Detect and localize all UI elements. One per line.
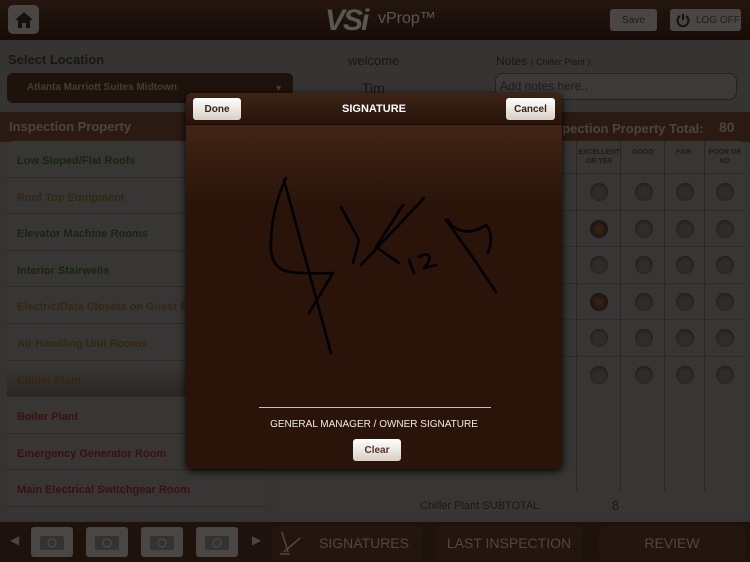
logo: VSi [325, 4, 369, 37]
column-header: EXCELLENT OR YES [578, 149, 620, 165]
signature-stroke [339, 205, 361, 265]
power-icon [676, 14, 690, 27]
total-value: 80 [719, 119, 735, 135]
rating-radio[interactable] [635, 293, 653, 311]
location-value: Atlanta Marriott Suites Midtown [27, 82, 177, 93]
signature-dialog: Done SIGNATURE Cancel GENERAL MANAGER / … [186, 93, 562, 469]
photo-slot[interactable] [141, 527, 183, 557]
signatures-label: SIGNATURES [319, 535, 409, 551]
photos-prev-arrow[interactable]: ◀ [10, 533, 19, 547]
column-divider [664, 141, 665, 491]
inspection-property-title: Inspection Property [9, 119, 132, 134]
rating-radio[interactable] [676, 366, 694, 384]
camera-icon [150, 536, 174, 550]
rating-radio[interactable] [635, 366, 653, 384]
rating-radio[interactable] [676, 329, 694, 347]
rating-radio[interactable] [590, 183, 608, 201]
column-divider [576, 141, 577, 491]
save-button[interactable]: Save [610, 9, 657, 31]
rating-radio[interactable] [716, 183, 734, 201]
signatures-button[interactable]: SIGNATURES [272, 526, 422, 560]
cancel-button[interactable]: Cancel [506, 98, 555, 120]
clear-button[interactable]: Clear [353, 439, 401, 461]
signature-stroke [407, 258, 416, 275]
pen-icon [280, 531, 301, 555]
column-header: GOOD [632, 149, 654, 156]
rating-radio[interactable] [676, 183, 694, 201]
signature-stroke [417, 253, 438, 270]
rating-radio[interactable] [590, 293, 608, 311]
last-inspection-button[interactable]: LAST INSPECTION [436, 526, 582, 560]
camera-icon [40, 536, 64, 550]
column-header: POOR OR NO [708, 149, 742, 165]
signature-stroke [359, 196, 426, 267]
rating-radio[interactable] [716, 293, 734, 311]
welcome-label: welcome [348, 53, 400, 68]
rating-radio[interactable] [716, 256, 734, 274]
logoff-button[interactable]: LOG OFF [670, 9, 741, 31]
rating-radio[interactable] [716, 329, 734, 347]
column-header: FAIR [676, 149, 692, 156]
rating-radio[interactable] [676, 293, 694, 311]
product-name: vProp™ [378, 10, 436, 27]
signature-stroke [446, 218, 493, 255]
photo-slot[interactable] [31, 527, 73, 557]
rating-radio[interactable] [590, 256, 608, 274]
subtotal-value: 8 [612, 498, 620, 513]
rating-radio[interactable] [635, 183, 653, 201]
select-location-label: Select Location [8, 52, 105, 67]
rating-radio[interactable] [635, 329, 653, 347]
camera-icon [205, 536, 229, 550]
review-button[interactable]: REVIEW [599, 526, 745, 560]
camera-icon [95, 536, 119, 550]
chevron-down-icon: ▼ [274, 83, 283, 93]
rating-radio[interactable] [676, 256, 694, 274]
subtotal-label: Chiller Plant SUBTOTAL [420, 500, 540, 512]
home-button[interactable] [8, 5, 39, 34]
signature-pad[interactable] [186, 125, 562, 425]
total-label: spection Property Total: [555, 121, 704, 136]
photos-next-arrow[interactable]: ▶ [252, 533, 261, 547]
rating-radio[interactable] [676, 220, 694, 238]
signature-line [259, 407, 491, 408]
photo-slot[interactable] [86, 527, 128, 557]
rating-radio[interactable] [635, 220, 653, 238]
rating-radio[interactable] [716, 366, 734, 384]
rating-radio[interactable] [590, 329, 608, 347]
photo-slot[interactable] [196, 527, 238, 557]
signature-label: GENERAL MANAGER / OWNER SIGNATURE [270, 419, 478, 430]
dialog-header: Done SIGNATURE Cancel [186, 93, 562, 125]
top-bar: VSi vProp™ Save LOG OFF [0, 0, 750, 40]
rating-radio[interactable] [635, 256, 653, 274]
signature-stroke [282, 178, 333, 355]
rating-radio[interactable] [590, 366, 608, 384]
notes-label: Notes ( Chiller Plant ): [496, 54, 593, 68]
home-icon [14, 11, 33, 28]
column-divider [704, 141, 705, 491]
logoff-label: LOG OFF [696, 14, 740, 26]
rating-radio[interactable] [590, 220, 608, 238]
list-item[interactable]: Main Electrical Switchgear Room [7, 470, 265, 507]
column-divider [620, 141, 621, 491]
rating-radio[interactable] [716, 220, 734, 238]
